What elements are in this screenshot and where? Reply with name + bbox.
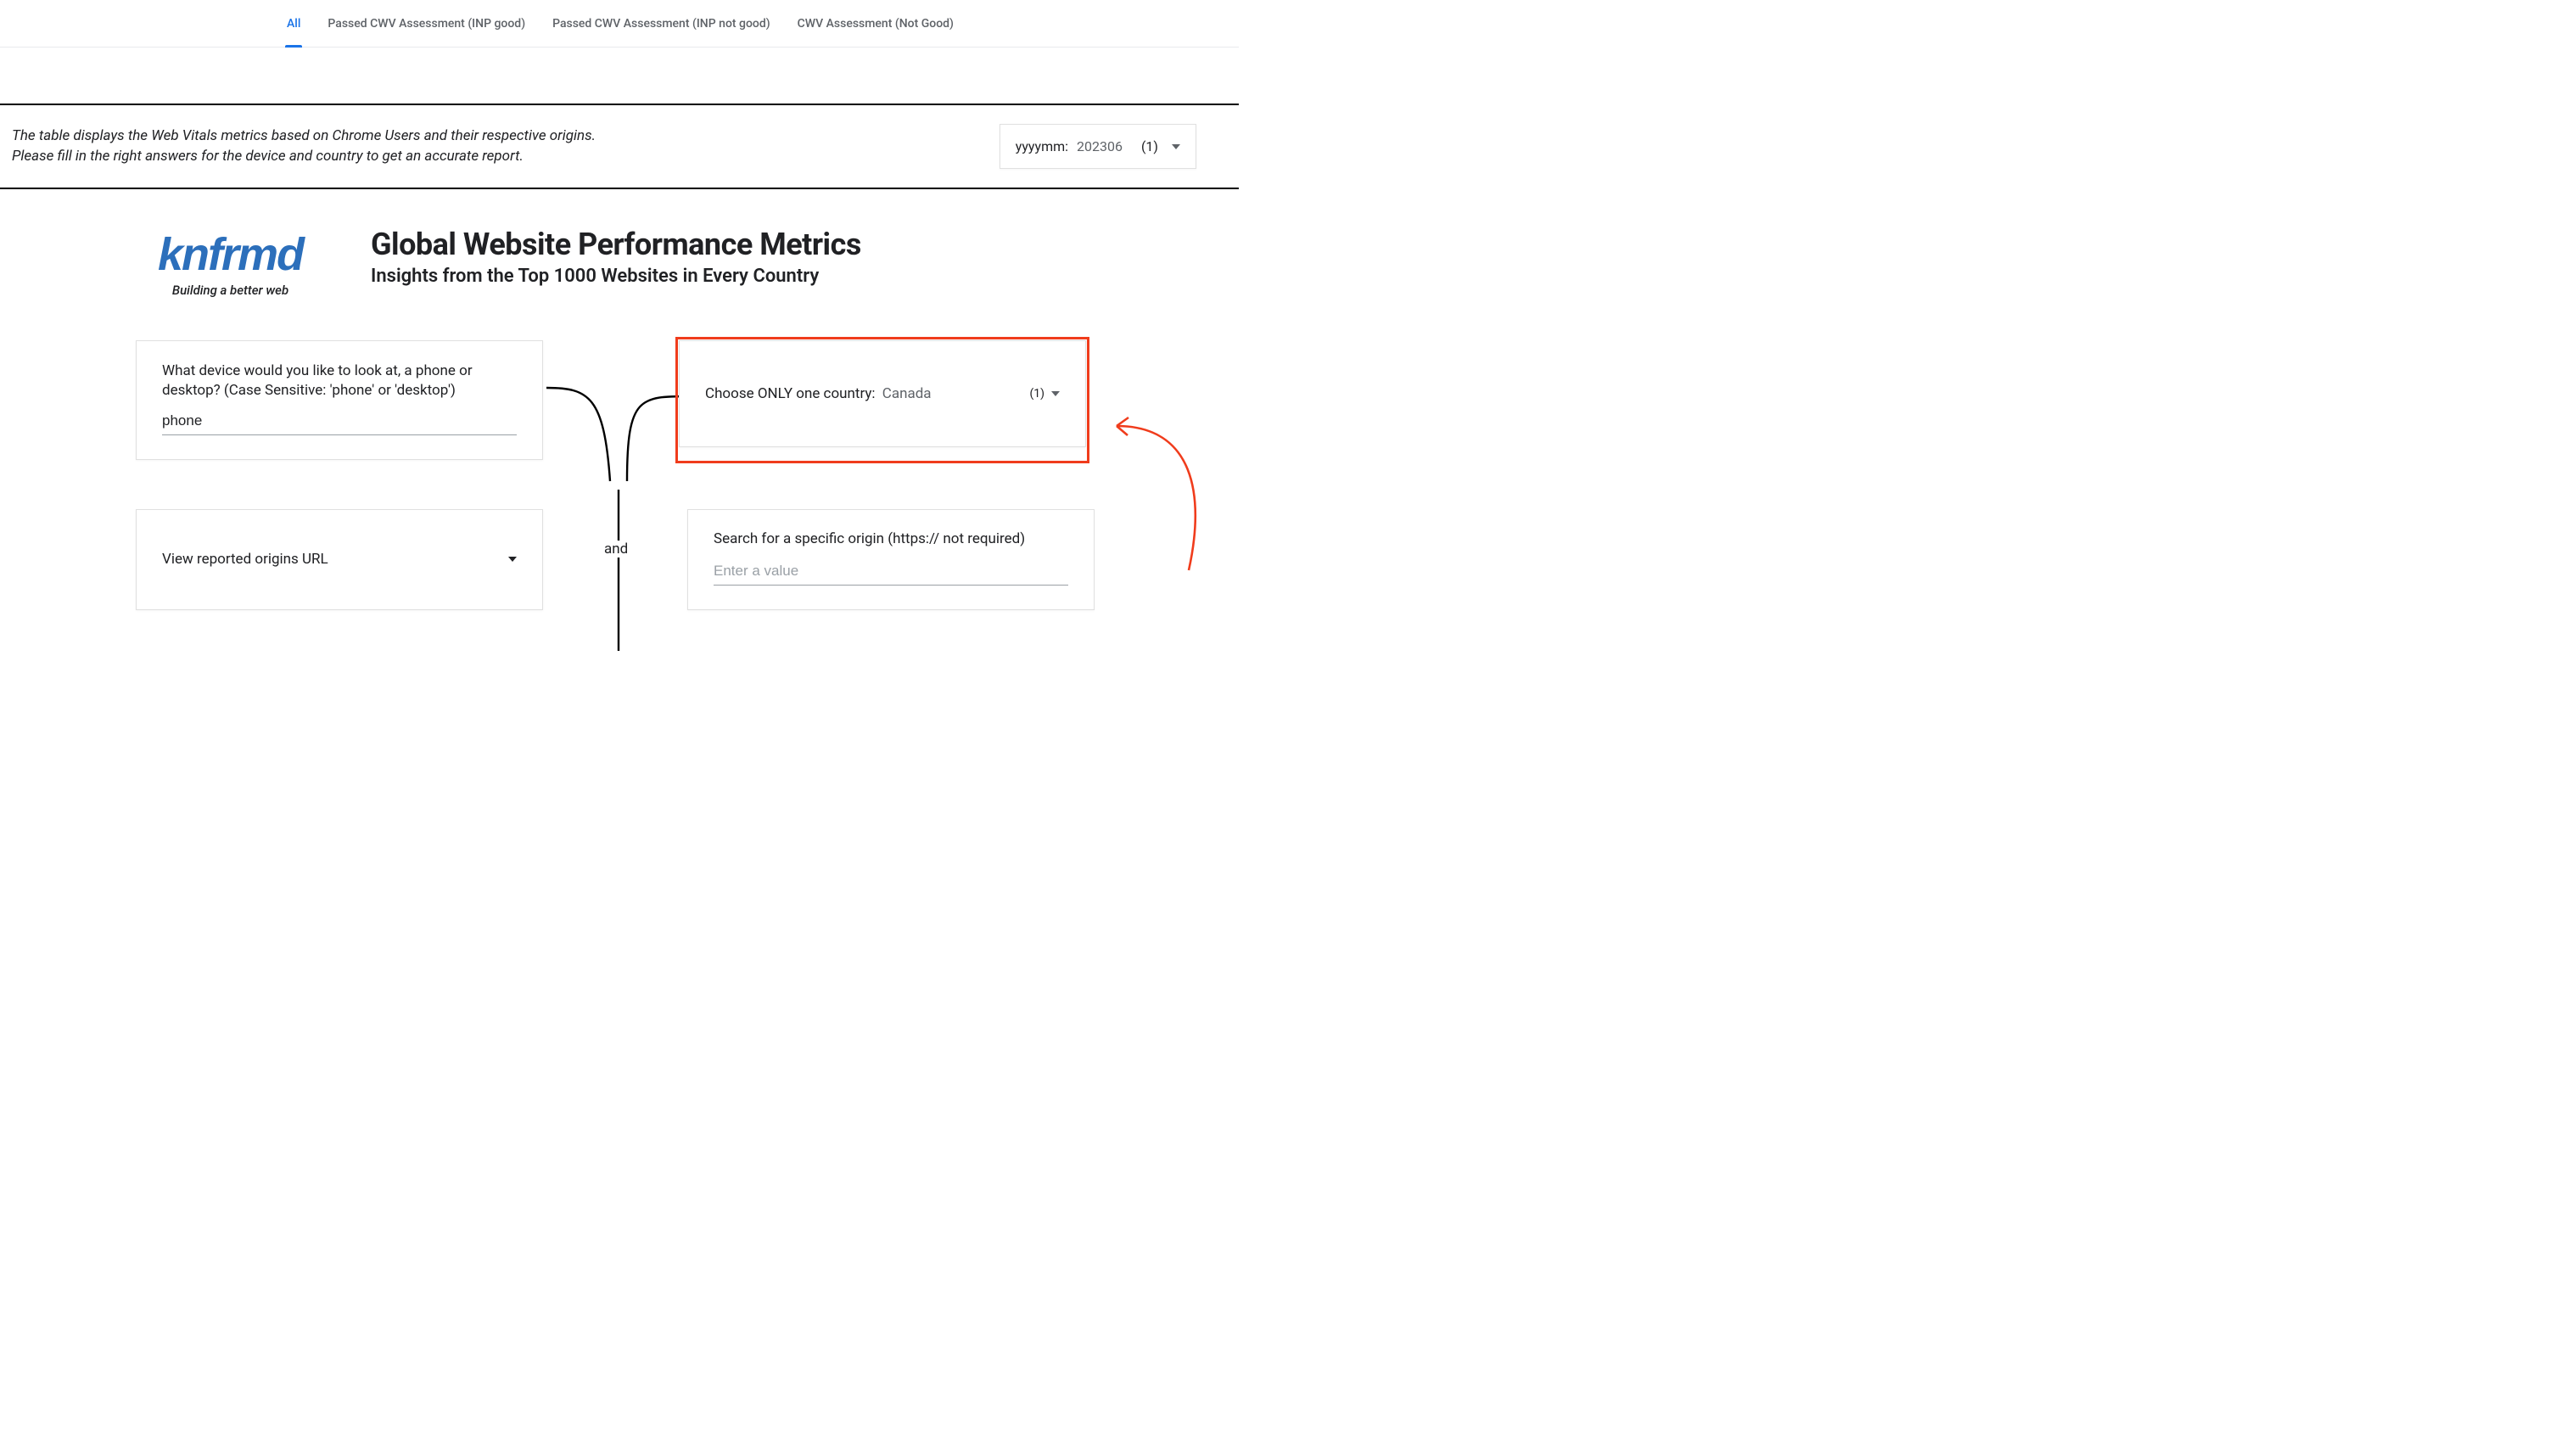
tab-all[interactable]: All bbox=[273, 0, 314, 48]
chevron-down-icon bbox=[508, 557, 517, 562]
tab-bar: All Passed CWV Assessment (INP good) Pas… bbox=[0, 0, 1239, 48]
country-value: Canada bbox=[882, 385, 932, 402]
header-description: The table displays the Web Vitals metric… bbox=[12, 126, 596, 167]
origin-question: Search for a specific origin (https:// n… bbox=[714, 530, 1068, 547]
origin-card: Search for a specific origin (https:// n… bbox=[687, 509, 1095, 610]
country-label: Choose ONLY one country: bbox=[705, 385, 876, 402]
origin-input[interactable] bbox=[714, 559, 1068, 586]
logo: knfrmd Building a better web bbox=[158, 215, 303, 298]
date-label: yyyymm: bbox=[1016, 138, 1068, 154]
page-title: Global Website Performance Metrics bbox=[371, 227, 861, 262]
date-selector[interactable]: yyyymm: 202306 (1) bbox=[1000, 124, 1196, 169]
date-value: 202306 bbox=[1077, 138, 1123, 154]
date-count: (1) bbox=[1141, 138, 1158, 154]
tab-passed-inp-good[interactable]: Passed CWV Assessment (INP good) bbox=[314, 0, 539, 48]
header-line-2: Please fill in the right answers for the… bbox=[12, 147, 596, 167]
banner: knfrmd Building a better web Global Webs… bbox=[0, 189, 1239, 323]
logo-tagline: Building a better web bbox=[172, 283, 288, 298]
device-card: What device would you like to look at, a… bbox=[136, 340, 543, 460]
header-line-1: The table displays the Web Vitals metric… bbox=[12, 126, 596, 147]
tab-cwv-not-good[interactable]: CWV Assessment (Not Good) bbox=[784, 0, 967, 48]
country-count: (1) bbox=[1029, 387, 1044, 401]
device-input[interactable] bbox=[162, 409, 517, 435]
tab-passed-inp-not-good[interactable]: Passed CWV Assessment (INP not good) bbox=[539, 0, 784, 48]
header-section: The table displays the Web Vitals metric… bbox=[0, 104, 1239, 189]
chevron-down-icon bbox=[1172, 144, 1180, 149]
titles: Global Website Performance Metrics Insig… bbox=[371, 227, 861, 287]
country-card[interactable]: Choose ONLY one country: Canada (1) bbox=[679, 340, 1086, 447]
page-subtitle: Insights from the Top 1000 Websites in E… bbox=[371, 266, 861, 287]
chevron-down-icon bbox=[1051, 391, 1060, 396]
url-card[interactable]: View reported origins URL bbox=[136, 509, 543, 610]
url-select-label: View reported origins URL bbox=[162, 551, 328, 568]
device-question: What device would you like to look at, a… bbox=[162, 361, 517, 401]
logo-text: knfrmd bbox=[158, 215, 303, 277]
